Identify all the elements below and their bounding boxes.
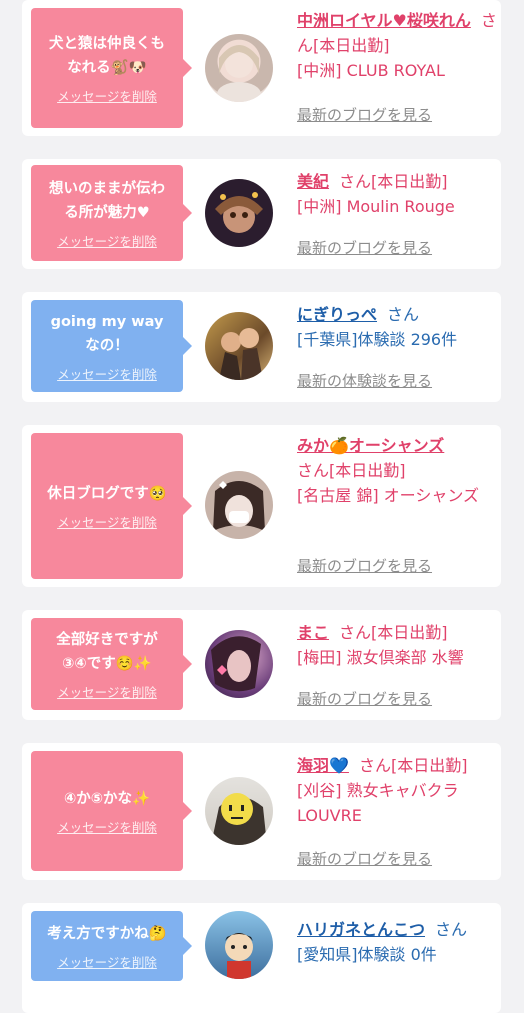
shop-location: [中洲] Moulin Rouge (297, 197, 455, 216)
view-latest-link[interactable]: 最新のブログを見る (297, 555, 432, 576)
message-text: going my way なの！ (50, 313, 164, 354)
avatar[interactable] (205, 179, 273, 247)
message-card: going my way なの！ メッセージを削除 にぎりっぺ さん [千葉県]体… (22, 292, 501, 402)
status-label: [本日出勤] (371, 623, 448, 642)
message-bubble: ④か⑤かな✨ メッセージを削除 (31, 751, 192, 871)
view-latest-link[interactable]: 最新のブログを見る (297, 688, 432, 709)
delete-message-link[interactable]: メッセージを削除 (57, 682, 157, 701)
profile-info: みか🍊オーシャンズ さん[本日出勤] [名古屋 錦] オーシャンズ (297, 433, 497, 508)
message-text: 休日ブログです🥺 (47, 485, 167, 502)
message-text: ④か⑤かな✨ (63, 790, 151, 807)
message-bubble: going my way なの！ メッセージを削除 (31, 300, 192, 392)
delete-message-link[interactable]: メッセージを削除 (57, 952, 157, 971)
message-bubble: 全部好きですが ③④です☺️✨ メッセージを削除 (31, 618, 192, 710)
delete-message-link[interactable]: メッセージを削除 (57, 231, 157, 250)
avatar[interactable] (205, 630, 273, 698)
avatar-image (217, 45, 261, 102)
profile-info: 中洲ロイヤル♥桜咲れん さん[本日出勤] [中洲] CLUB ROYAL (297, 8, 497, 83)
honorific: さん (339, 623, 372, 642)
profile-info: まこ さん[本日出勤] [梅田] 淑女倶楽部 水響 (297, 620, 497, 670)
message-card: 考え方ですかね🤔 メッセージを削除 ハリガネとんこつ さん [愛知県]体験談 0件 (22, 903, 501, 1013)
status-label: [本日出勤] (371, 172, 448, 191)
avatar-image (211, 636, 261, 692)
delete-message-link[interactable]: メッセージを削除 (57, 364, 157, 383)
profile-name-link[interactable]: 美紀 (297, 172, 329, 191)
status-label: [本日出勤] (313, 36, 390, 55)
avatar[interactable] (205, 312, 273, 380)
delete-message-link[interactable]: メッセージを削除 (57, 86, 157, 105)
view-latest-link[interactable]: 最新のブログを見る (297, 237, 432, 258)
avatar[interactable] (205, 34, 273, 102)
honorific: さん (339, 172, 372, 191)
message-bubble: 犬と猿は仲良くも なれる🐒🐶 メッセージを削除 (31, 8, 192, 128)
review-count: [愛知県]体験談 0件 (297, 945, 437, 964)
status-label: [本日出勤] (329, 461, 406, 480)
profile-info: ハリガネとんこつ さん [愛知県]体験談 0件 (297, 917, 497, 967)
shop-location: [中洲] CLUB ROYAL (297, 61, 445, 80)
avatar[interactable] (205, 471, 273, 539)
message-card: ④か⑤かな✨ メッセージを削除 海羽💙 さん[本日出勤] [刈谷] 熟女キャバクラ… (22, 743, 501, 880)
message-bubble: 考え方ですかね🤔 メッセージを削除 (31, 911, 192, 981)
delete-message-link[interactable]: メッセージを削除 (57, 817, 157, 836)
view-latest-link[interactable]: 最新のブログを見る (297, 104, 432, 125)
honorific: さん (387, 305, 420, 324)
shop-location: [名古屋 錦] オーシャンズ (297, 486, 480, 505)
profile-name-link[interactable]: にぎりっぺ (297, 305, 377, 324)
profile-info: にぎりっぺ さん [千葉県]体験談 296件 (297, 302, 497, 352)
profile-name-link[interactable]: 中洲ロイヤル♥桜咲れん (297, 11, 471, 30)
honorific: さん (358, 756, 391, 775)
avatar-image (225, 933, 253, 979)
profile-info: 美紀 さん[本日出勤] [中洲] Moulin Rouge (297, 169, 497, 219)
message-bubble: 想いのままが伝わ る所が魅力♥ メッセージを削除 (31, 165, 192, 261)
honorific: さん (297, 461, 330, 480)
avatar[interactable] (205, 777, 273, 845)
message-bubble: 休日ブログです🥺 メッセージを削除 (31, 433, 192, 579)
message-text: 犬と猿は仲良くも なれる🐒🐶 (49, 35, 165, 76)
profile-info: 海羽💙 さん[本日出勤] [刈谷] 熟女キャバクラ LOUVRE (297, 753, 497, 828)
avatar[interactable] (205, 911, 273, 979)
profile-name-link[interactable]: みか🍊オーシャンズ (297, 436, 444, 455)
profile-name-link[interactable]: まこ (297, 623, 329, 642)
message-card: 想いのままが伝わ る所が魅力♥ メッセージを削除 美紀 さん[本日出勤] [中洲]… (22, 159, 501, 269)
message-text: 考え方ですかね🤔 (47, 925, 167, 942)
message-text: 全部好きですが ③④です☺️✨ (56, 631, 158, 672)
avatar-image (219, 328, 263, 380)
message-text: 想いのままが伝わ る所が魅力♥ (49, 180, 165, 221)
shop-location: [刈谷] 熟女キャバクラ LOUVRE (297, 781, 459, 825)
profile-name-link[interactable]: 海羽💙 (297, 756, 349, 775)
message-card: 全部好きですが ③④です☺️✨ メッセージを削除 まこ さん[本日出勤] [梅田]… (22, 610, 501, 720)
honorific: さん (435, 920, 468, 939)
status-label: [本日出勤] (390, 756, 468, 775)
view-latest-link[interactable]: 最新のブログを見る (297, 848, 432, 869)
avatar-image (213, 481, 265, 531)
review-count: [千葉県]体験談 296件 (297, 330, 458, 349)
profile-name-link[interactable]: ハリガネとんこつ (297, 920, 425, 939)
delete-message-link[interactable]: メッセージを削除 (57, 512, 157, 531)
message-card: 犬と猿は仲良くも なれる🐒🐶 メッセージを削除 中洲ロイヤル♥桜咲れん さん[本日… (22, 0, 501, 136)
avatar-image (215, 192, 263, 233)
shop-location: [梅田] 淑女倶楽部 水響 (297, 648, 464, 667)
view-latest-link[interactable]: 最新の体験談を見る (297, 370, 432, 391)
message-card: 休日ブログです🥺 メッセージを削除 みか🍊オーシャンズ さん[本日出勤] [名古… (22, 425, 501, 587)
avatar-image (211, 793, 267, 845)
